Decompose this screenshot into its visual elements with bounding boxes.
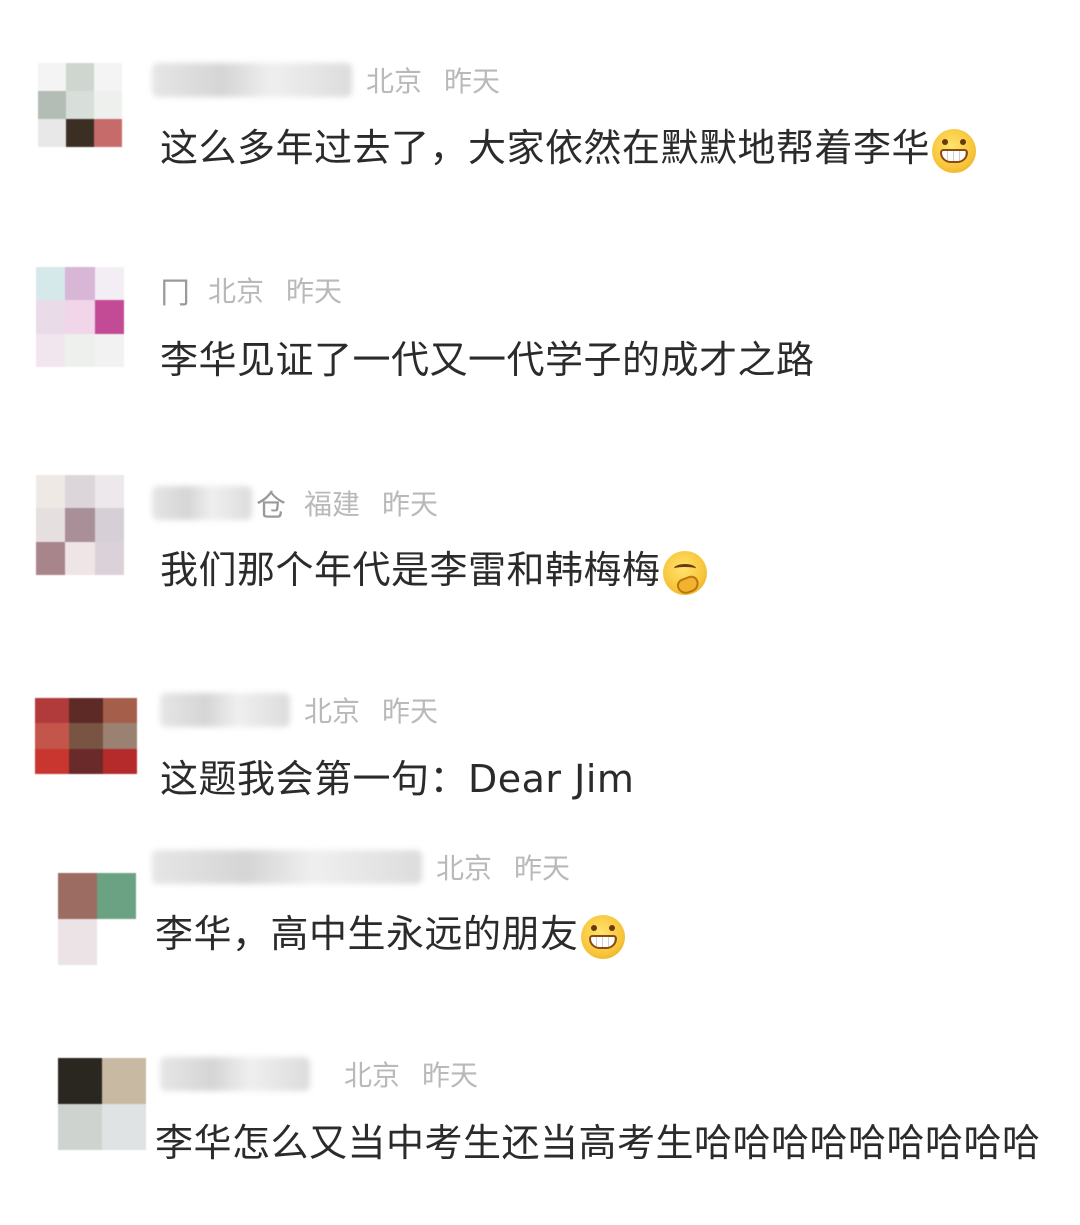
avatar-cell xyxy=(97,919,136,965)
comment-time: 昨天 xyxy=(422,1059,479,1092)
comment-text-row: 李华，高中生永远的朋友 xyxy=(155,911,625,959)
avatar-cell xyxy=(66,119,94,147)
avatar[interactable] xyxy=(58,873,136,965)
username-blurred[interactable] xyxy=(152,63,352,97)
avatar-cell xyxy=(65,267,95,301)
avatar-cell xyxy=(94,267,124,301)
username-visible-part[interactable]: 仓 xyxy=(256,481,286,525)
comment-time: 昨天 xyxy=(382,695,439,728)
username-blurred[interactable] xyxy=(152,486,252,520)
comment-text: 这么多年过去了，大家依然在默默地帮着李华 xyxy=(160,126,931,170)
comment-text: 李华见证了一代又一代学子的成才之路 xyxy=(160,338,815,382)
comment-text-row: 李华见证了一代又一代学子的成才之路 xyxy=(160,337,815,383)
avatar-cell xyxy=(94,63,122,91)
avatar-cell xyxy=(65,508,95,542)
comment-text: 这题我会第一句：Dear Jim xyxy=(160,757,635,801)
comment-meta: 仓 福建 昨天 xyxy=(152,481,460,525)
comment-text: 我们那个年代是李雷和韩梅梅 xyxy=(160,548,661,592)
avatar-cell xyxy=(38,63,66,91)
avatar[interactable] xyxy=(36,475,124,575)
comment-text-row: 李华怎么又当中考生还当高考生哈哈哈哈哈哈哈哈哈 xyxy=(155,1120,1041,1166)
avatar-cell xyxy=(58,919,97,965)
avatar-cell xyxy=(97,873,136,919)
avatar-cell xyxy=(69,748,103,774)
avatar-cell xyxy=(65,300,95,334)
avatar-cell xyxy=(36,333,66,367)
avatar-cell xyxy=(94,333,124,367)
avatar-cell xyxy=(94,300,124,334)
avatar-cell xyxy=(65,541,95,575)
avatar[interactable] xyxy=(35,698,137,774)
avatar-cell xyxy=(36,300,66,334)
avatar-cell xyxy=(69,723,103,749)
avatar-cell xyxy=(94,475,124,509)
comment-meta: 冂 北京 昨天 xyxy=(160,268,364,312)
comment-location: 北京 xyxy=(344,1059,401,1092)
comment-text-row: 这么多年过去了，大家依然在默默地帮着李华 xyxy=(160,125,977,173)
avatar-cell xyxy=(103,723,137,749)
avatar-cell xyxy=(36,267,66,301)
avatar-cell xyxy=(69,698,103,724)
avatar-cell xyxy=(65,333,95,367)
grin-emoji-icon xyxy=(580,914,625,959)
avatar-cell xyxy=(65,475,95,509)
avatar-cell xyxy=(66,63,94,91)
comment-meta: 北京 昨天 xyxy=(152,847,592,887)
comment-location: 福建 xyxy=(304,488,361,521)
username-blurred[interactable] xyxy=(152,850,422,884)
avatar-cell xyxy=(94,91,122,119)
avatar-cell xyxy=(66,91,94,119)
avatar[interactable] xyxy=(58,1058,146,1150)
avatar-cell xyxy=(35,698,69,724)
comment-text: 李华怎么又当中考生还当高考生哈哈哈哈哈哈哈哈哈 xyxy=(155,1121,1041,1165)
comment-location: 北京 xyxy=(304,695,361,728)
comment-meta: 北京 昨天 xyxy=(152,60,522,100)
avatar-cell xyxy=(36,475,66,509)
comment-location: 北京 xyxy=(366,65,423,98)
username-visible-part[interactable]: 冂 xyxy=(160,268,190,312)
avatar-cell xyxy=(103,748,137,774)
comment-time: 昨天 xyxy=(286,275,343,308)
avatar-cell xyxy=(35,748,69,774)
comment-location: 北京 xyxy=(208,275,265,308)
avatar-cell xyxy=(94,508,124,542)
avatar-cell xyxy=(102,1104,146,1150)
avatar-cell xyxy=(58,873,97,919)
avatar-cell xyxy=(38,91,66,119)
comment-meta: 北京 昨天 xyxy=(160,690,460,730)
comment-location: 北京 xyxy=(436,852,493,885)
avatar[interactable] xyxy=(36,267,124,367)
comment-text-row: 我们那个年代是李雷和韩梅梅 xyxy=(160,547,707,595)
comment-meta: 北京 昨天 xyxy=(160,1054,500,1094)
username-blurred[interactable] xyxy=(160,1057,310,1091)
avatar-cell xyxy=(38,119,66,147)
comment-text-row: 这题我会第一句：Dear Jim xyxy=(160,756,634,802)
comment-text: 李华，高中生永远的朋友 xyxy=(155,912,579,956)
grin-emoji-icon xyxy=(932,128,977,173)
thinking-emoji-icon xyxy=(662,550,707,595)
username-blurred[interactable] xyxy=(160,693,290,727)
avatar-cell xyxy=(58,1058,102,1104)
comment-time: 昨天 xyxy=(382,488,439,521)
avatar-cell xyxy=(36,508,66,542)
avatar-cell xyxy=(58,1104,102,1150)
comment-time: 昨天 xyxy=(514,852,571,885)
avatar-cell xyxy=(36,541,66,575)
avatar-cell xyxy=(102,1058,146,1104)
avatar-cell xyxy=(35,723,69,749)
comment-time: 昨天 xyxy=(444,65,501,98)
avatar[interactable] xyxy=(38,63,122,147)
avatar-cell xyxy=(94,541,124,575)
avatar-cell xyxy=(103,698,137,724)
avatar-cell xyxy=(94,119,122,147)
